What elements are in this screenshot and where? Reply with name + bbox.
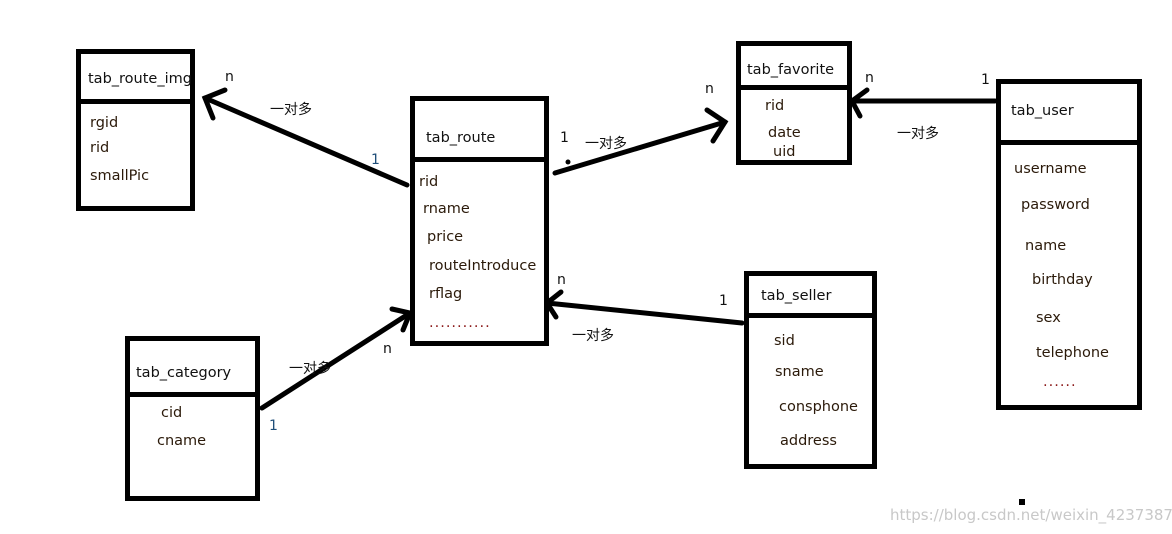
cardinality-one: 1 [560,130,569,146]
cardinality-many: n [705,81,714,97]
table-field: username [1014,161,1087,177]
relation-label: 一对多 [897,126,939,142]
table-field: birthday [1032,272,1093,288]
table-tab-category: tab_category cid cname [125,336,260,501]
cardinality-many: n [557,272,566,288]
table-field: ...... [1043,374,1077,390]
table-tab-favorite: tab_favorite rid date uid [736,41,852,165]
table-title: tab_favorite [747,62,835,78]
cardinality-many: n [865,70,874,86]
relation-label: 一对多 [270,102,312,118]
table-field: ........... [429,315,491,331]
watermark: https://blog.csdn.net/weixin_42373873 [890,506,1172,524]
table-tab-route: tab_route rid rname price routeIntroduce… [410,96,549,346]
stray-dot [1019,499,1025,505]
table-field: rid [419,174,439,190]
table-field: consphone [779,399,858,415]
table-field: date [768,125,801,141]
arrow-category-to-route [259,306,414,411]
table-field: price [427,229,464,245]
table-title: tab_route_img [88,71,192,87]
cardinality-one: 1 [981,72,990,88]
table-field: smallPic [90,168,150,184]
table-field: routeIntroduce [429,258,537,274]
table-field: cid [161,405,183,421]
table-tab-route-img: tab_route_img rgid rid smallPic [76,49,195,211]
table-field: rid [90,140,110,156]
table-field: sname [775,364,824,380]
cardinality-one: 1 [269,418,278,434]
table-title: tab_user [1011,103,1074,119]
cardinality-one: 1 [371,152,380,168]
relation-label: 一对多 [289,361,331,377]
cardinality-one: 1 [719,293,728,309]
relation-label: 一对多 [585,136,627,152]
table-field: rid [765,98,785,114]
table-field: cname [157,433,207,449]
table-tab-user: tab_user username password name birthday… [996,79,1142,410]
table-tab-seller: tab_seller sid sname consphone address [744,271,877,469]
arrow-seller-to-route [543,289,745,326]
table-title: tab_route [426,130,496,146]
table-field: rflag [429,286,463,302]
table-field: telephone [1036,345,1109,361]
table-field: rname [423,201,470,217]
table-field: sid [774,333,795,349]
arrow-user-to-favorite [848,87,998,119]
table-field: name [1025,238,1067,254]
arrow-route-to-favorite [552,107,729,176]
cardinality-many: n [383,341,392,357]
table-title: tab_category [136,365,232,381]
table-field: address [780,433,837,449]
table-field: sex [1036,310,1061,326]
stray-dot [565,159,571,165]
table-field: rgid [90,115,119,131]
table-title: tab_seller [761,288,832,304]
table-field: uid [773,144,796,160]
relation-label: 一对多 [572,328,614,344]
table-field: password [1021,197,1090,213]
cardinality-many: n [225,69,234,85]
